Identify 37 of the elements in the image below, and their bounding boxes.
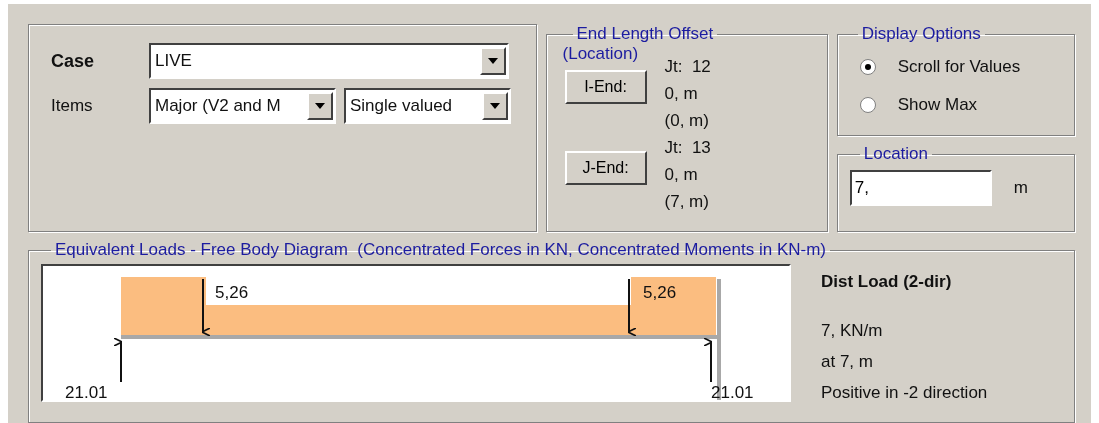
caret-icon bbox=[315, 103, 325, 109]
location-field[interactable]: 7, bbox=[849, 170, 992, 206]
group-subtitle: (Location) bbox=[562, 44, 639, 64]
unit-label: m bbox=[1013, 178, 1028, 198]
point-load-value: 5,26 bbox=[643, 283, 677, 302]
location-value: (0, m) bbox=[664, 110, 710, 132]
caret-icon bbox=[490, 103, 500, 109]
radio-option[interactable]: Show Max bbox=[847, 86, 1064, 124]
load-heading: Dist Load (2-dir) bbox=[821, 271, 953, 293]
value-type-dropdown[interactable]: Single valued bbox=[344, 88, 511, 124]
up-arrow-icon bbox=[703, 337, 713, 383]
group-title: End Length Offset bbox=[575, 24, 715, 44]
group-title: Display Options bbox=[860, 24, 982, 44]
load-direction: Positive in -2 direction bbox=[821, 382, 988, 404]
offset-value: 0, m bbox=[664, 83, 699, 105]
end-button[interactable]: J-End: bbox=[564, 151, 647, 185]
case-dropdown[interactable]: LIVE bbox=[149, 43, 509, 79]
down-arrow-icon bbox=[201, 278, 211, 337]
end-button[interactable]: I-End: bbox=[564, 70, 647, 104]
load-position: at 7, m bbox=[821, 351, 874, 373]
down-arrow-icon bbox=[627, 278, 637, 337]
group-title: Equivalent Loads - Free Body Diagram (Concentrated Forces in KN, Concentrated Moments in KN-m) bbox=[54, 240, 827, 260]
caret-icon bbox=[488, 58, 498, 64]
offset-value: 0, m bbox=[664, 164, 699, 186]
joint-label: Jt: 13 bbox=[664, 137, 711, 159]
group-title: Location bbox=[862, 144, 929, 164]
reaction-value: 21.01 bbox=[65, 383, 108, 400]
case-label: Case bbox=[51, 50, 96, 72]
items-label: Items bbox=[51, 96, 94, 116]
radio-option[interactable]: Scroll for Values bbox=[847, 48, 1064, 86]
location-value: (7, m) bbox=[664, 191, 710, 213]
component-dropdown[interactable]: Major (V2 and M bbox=[149, 88, 336, 124]
load-magnitude: 7, KN/m bbox=[821, 320, 884, 342]
up-arrow-icon bbox=[113, 337, 123, 383]
joint-label: Jt: 12 bbox=[664, 56, 711, 78]
reaction-value: 21.01 bbox=[711, 383, 754, 400]
point-load-value: 5,26 bbox=[215, 283, 249, 302]
